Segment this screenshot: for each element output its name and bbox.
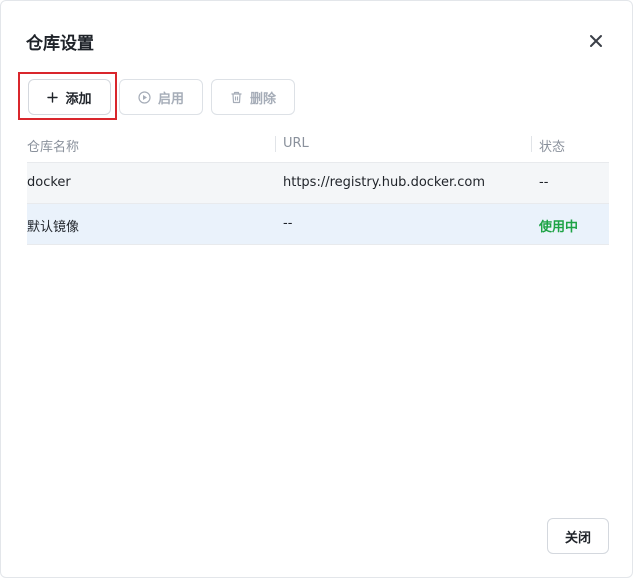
close-icon[interactable] bbox=[586, 31, 606, 51]
play-circle-icon bbox=[138, 90, 151, 104]
close-button[interactable]: 关闭 bbox=[547, 518, 609, 554]
column-header-url: URL bbox=[283, 136, 309, 151]
repository-table: 仓库名称 URL 状态 docker https://registry.hub.… bbox=[27, 124, 609, 245]
delete-button-label: 删除 bbox=[249, 91, 276, 107]
repo-status: 使用中 bbox=[539, 220, 579, 235]
table-header: 仓库名称 URL 状态 bbox=[27, 124, 609, 163]
repo-status: -- bbox=[539, 175, 549, 190]
enable-button[interactable]: 启用 bbox=[119, 79, 203, 115]
column-header-name: 仓库名称 bbox=[27, 140, 80, 155]
add-button-highlight bbox=[18, 72, 117, 120]
dialog-title: 仓库设置 bbox=[26, 34, 94, 54]
repo-url: https://registry.hub.docker.com bbox=[283, 175, 486, 190]
column-divider bbox=[275, 136, 276, 152]
close-button-label: 关闭 bbox=[564, 530, 591, 546]
enable-button-label: 启用 bbox=[157, 91, 184, 107]
column-divider bbox=[531, 136, 532, 152]
trash-icon bbox=[230, 91, 243, 104]
table-row[interactable]: docker https://registry.hub.docker.com -… bbox=[27, 163, 609, 204]
table-row[interactable]: 默认镜像 -- 使用中 bbox=[27, 204, 609, 245]
repository-settings-dialog: 仓库设置 添加 启用 删除 仓库名称 URL 状态 docker https:/… bbox=[0, 0, 633, 578]
repo-name: docker bbox=[27, 175, 71, 190]
repo-name: 默认镜像 bbox=[27, 220, 80, 235]
repo-url: -- bbox=[283, 216, 293, 231]
delete-button[interactable]: 删除 bbox=[211, 79, 295, 115]
column-header-status: 状态 bbox=[539, 140, 566, 155]
